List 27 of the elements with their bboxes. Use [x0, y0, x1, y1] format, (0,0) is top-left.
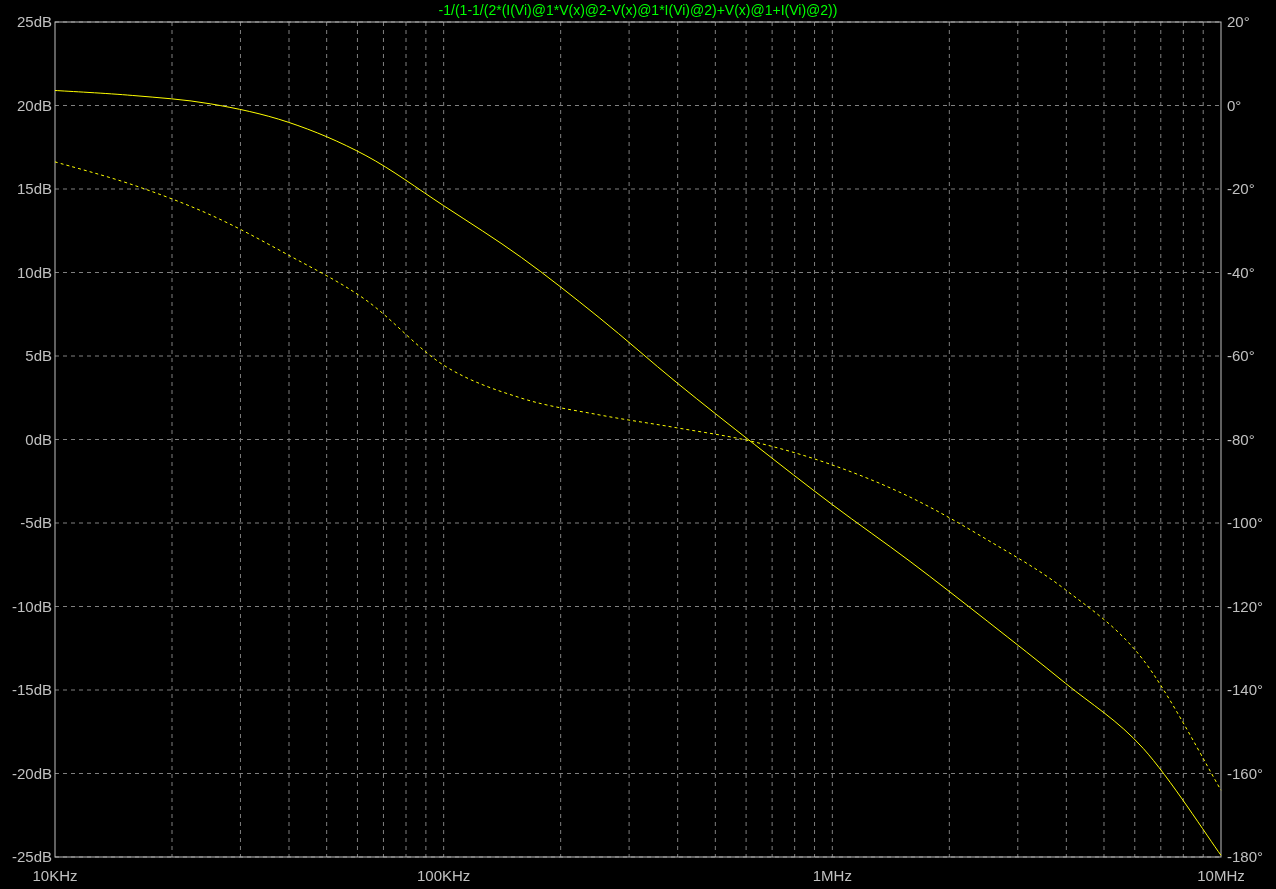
phase-axis-label: -120°	[1227, 597, 1264, 615]
y-axis-label: -10dB	[11, 597, 52, 615]
y-axis-label: -25dB	[11, 848, 52, 865]
x-axis-label: 100KHz	[417, 867, 471, 884]
y-axis-label: -15dB	[11, 681, 52, 698]
phase-axis-label: -60°	[1227, 347, 1255, 364]
y-axis-label: 5dB	[25, 347, 52, 364]
phase-axis-label: -40°	[1227, 263, 1255, 281]
phase-axis-label: 0°	[1227, 96, 1242, 114]
phase-axis-label: -100°	[1227, 514, 1264, 531]
phase-axis-label: -80°	[1227, 430, 1255, 448]
x-axis-label: 1MHz	[812, 867, 852, 884]
phase-axis-label: -140°	[1227, 681, 1264, 698]
phase-axis-label: -180°	[1227, 848, 1264, 865]
phase-axis-label: -20°	[1227, 180, 1255, 197]
y-axis-label: 20dB	[16, 96, 52, 114]
y-axis-label: -5dB	[20, 514, 52, 531]
x-axis-label: 10MHz	[1197, 867, 1245, 884]
y-axis-label: 0dB	[25, 430, 52, 448]
phase-axis-label: -160°	[1227, 764, 1264, 782]
y-axis-label: 15dB	[16, 180, 52, 197]
phase-axis-label: 20°	[1227, 13, 1250, 30]
plot-title: -1/(1-1/(2*(I(Vi)@1*V(x)@2-V(x)@1*I(Vi)@2)+V(x)@1+I(Vi)@2))	[438, 2, 838, 18]
y-axis-label: 10dB	[16, 263, 52, 281]
y-axis-label: -20dB	[11, 764, 52, 782]
x-axis-label: 10KHz	[32, 867, 78, 884]
y-axis-label: 25dB	[16, 13, 52, 30]
